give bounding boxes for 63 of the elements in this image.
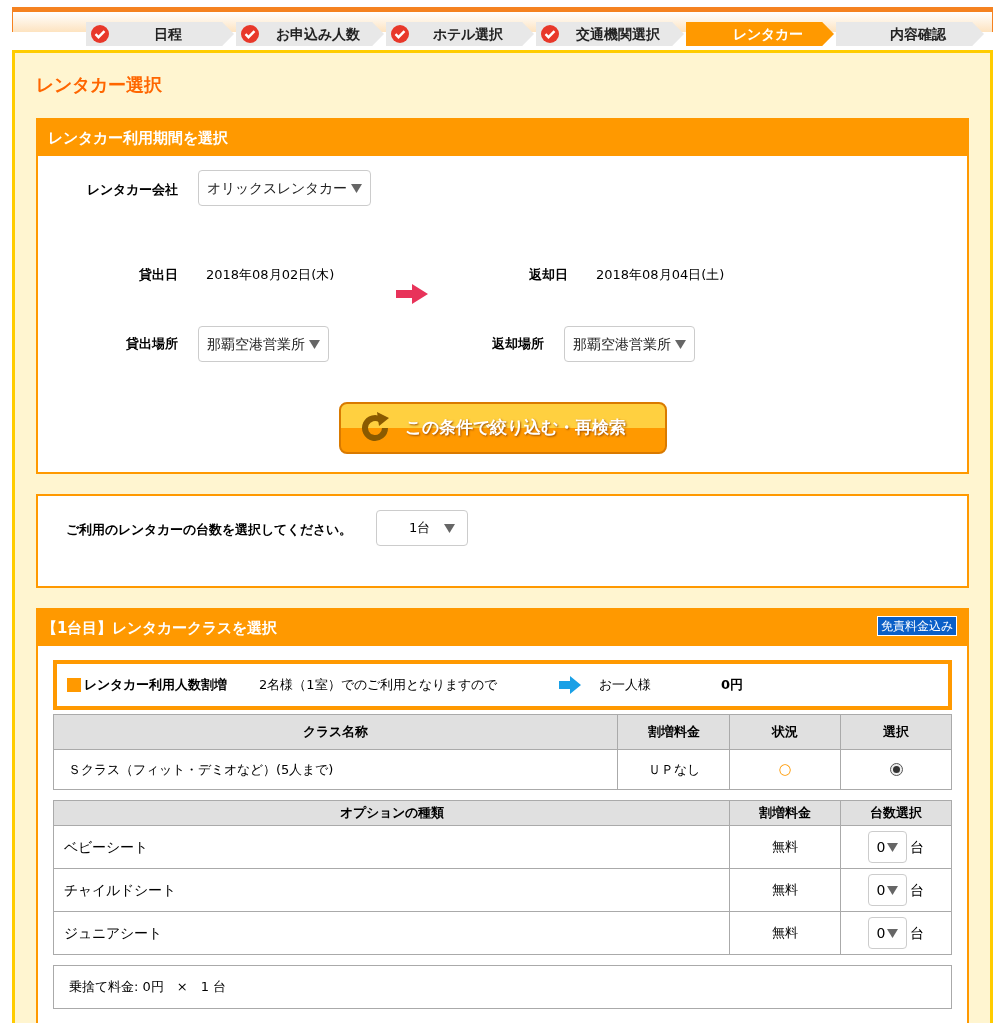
arrow-icon: [559, 676, 581, 694]
table-cell: ＵＰなし: [617, 749, 730, 790]
column-header: オプションの種類: [53, 800, 730, 826]
step-tab[interactable]: 日程: [86, 22, 234, 46]
surcharge-label: レンタカー利用人数割増: [84, 676, 228, 695]
arrow-icon: [396, 284, 428, 304]
insurance-badge: 免責料金込み: [877, 616, 957, 636]
date-text: 2018年08月04日(土): [596, 266, 725, 285]
section-header: レンタカー利用期間を選択: [38, 120, 967, 156]
caret-icon: [351, 183, 362, 193]
caret-icon: [887, 928, 899, 938]
table-cell: チャイルドシート: [53, 868, 730, 912]
surcharge-amount: 0円: [721, 676, 744, 695]
radio-button[interactable]: [889, 763, 903, 776]
column-header: 割増料金: [617, 714, 730, 750]
check-icon: [241, 25, 259, 43]
table-cell: 無料: [729, 825, 841, 869]
field-label: 返却場所: [491, 335, 544, 354]
dropoff-fee: 乗捨て料金: 0円 × 1 台: [69, 978, 227, 997]
step-tab[interactable]: 交通機関選択: [536, 22, 684, 46]
field-label: 貸出日: [138, 266, 178, 285]
column-header: 台数選択: [840, 800, 952, 826]
field-label: レンタカー会社: [86, 181, 178, 199]
unit-label: 台: [910, 837, 925, 857]
section-title: 【1台目】レンタカークラスを選択: [42, 617, 278, 639]
caret-icon: [444, 523, 455, 533]
count-label: ご利用のレンタカーの台数を選択してください。: [66, 521, 352, 539]
caret-icon: [887, 842, 899, 852]
count-select[interactable]: 1台: [376, 510, 468, 546]
column-header: 割増料金: [729, 800, 841, 826]
quantity-select[interactable]: 0: [867, 831, 908, 863]
table-cell: 無料: [729, 868, 841, 912]
location-select[interactable]: 那覇空港営業所: [198, 326, 329, 362]
table-cell: ベビーシート: [53, 825, 730, 869]
column-header: 選択: [840, 714, 952, 750]
caret-icon: [675, 339, 686, 349]
unit-label: 台: [910, 880, 925, 900]
square-icon: [67, 678, 81, 692]
table-cell: 無料: [729, 911, 841, 955]
table-cell: Ｓクラス（フィット・デミオなど）(5人まで): [53, 749, 618, 790]
table-cell: ジュニアシート: [53, 911, 730, 955]
quantity-select[interactable]: 0: [867, 917, 908, 949]
check-icon: [91, 25, 109, 43]
location-select[interactable]: 那覇空港営業所: [564, 326, 695, 362]
surcharge-note: 2名様（1室）でのご利用となりますので: [259, 676, 498, 695]
column-header: クラス名称: [53, 714, 618, 750]
date-text: 2018年08月02日(木): [206, 266, 336, 285]
field-label: 貸出場所: [125, 335, 178, 354]
check-icon: [391, 25, 409, 43]
quantity-select[interactable]: 0: [867, 874, 908, 906]
column-header: 状況: [729, 714, 841, 750]
company-select[interactable]: オリックスレンタカー: [198, 170, 371, 206]
step-tab[interactable]: 内容確認: [836, 22, 984, 46]
unit-label: 台: [910, 923, 925, 943]
page-title: レンタカー選択: [36, 73, 163, 97]
check-icon: [541, 25, 559, 43]
field-label: 返却日: [528, 266, 568, 285]
caret-icon: [309, 339, 320, 349]
per-person-label: お一人様: [599, 676, 652, 695]
step-tab[interactable]: ホテル選択: [386, 22, 534, 46]
step-tab[interactable]: お申込み人数: [236, 22, 384, 46]
table-cell: ○: [729, 749, 841, 790]
caret-icon: [887, 885, 899, 895]
